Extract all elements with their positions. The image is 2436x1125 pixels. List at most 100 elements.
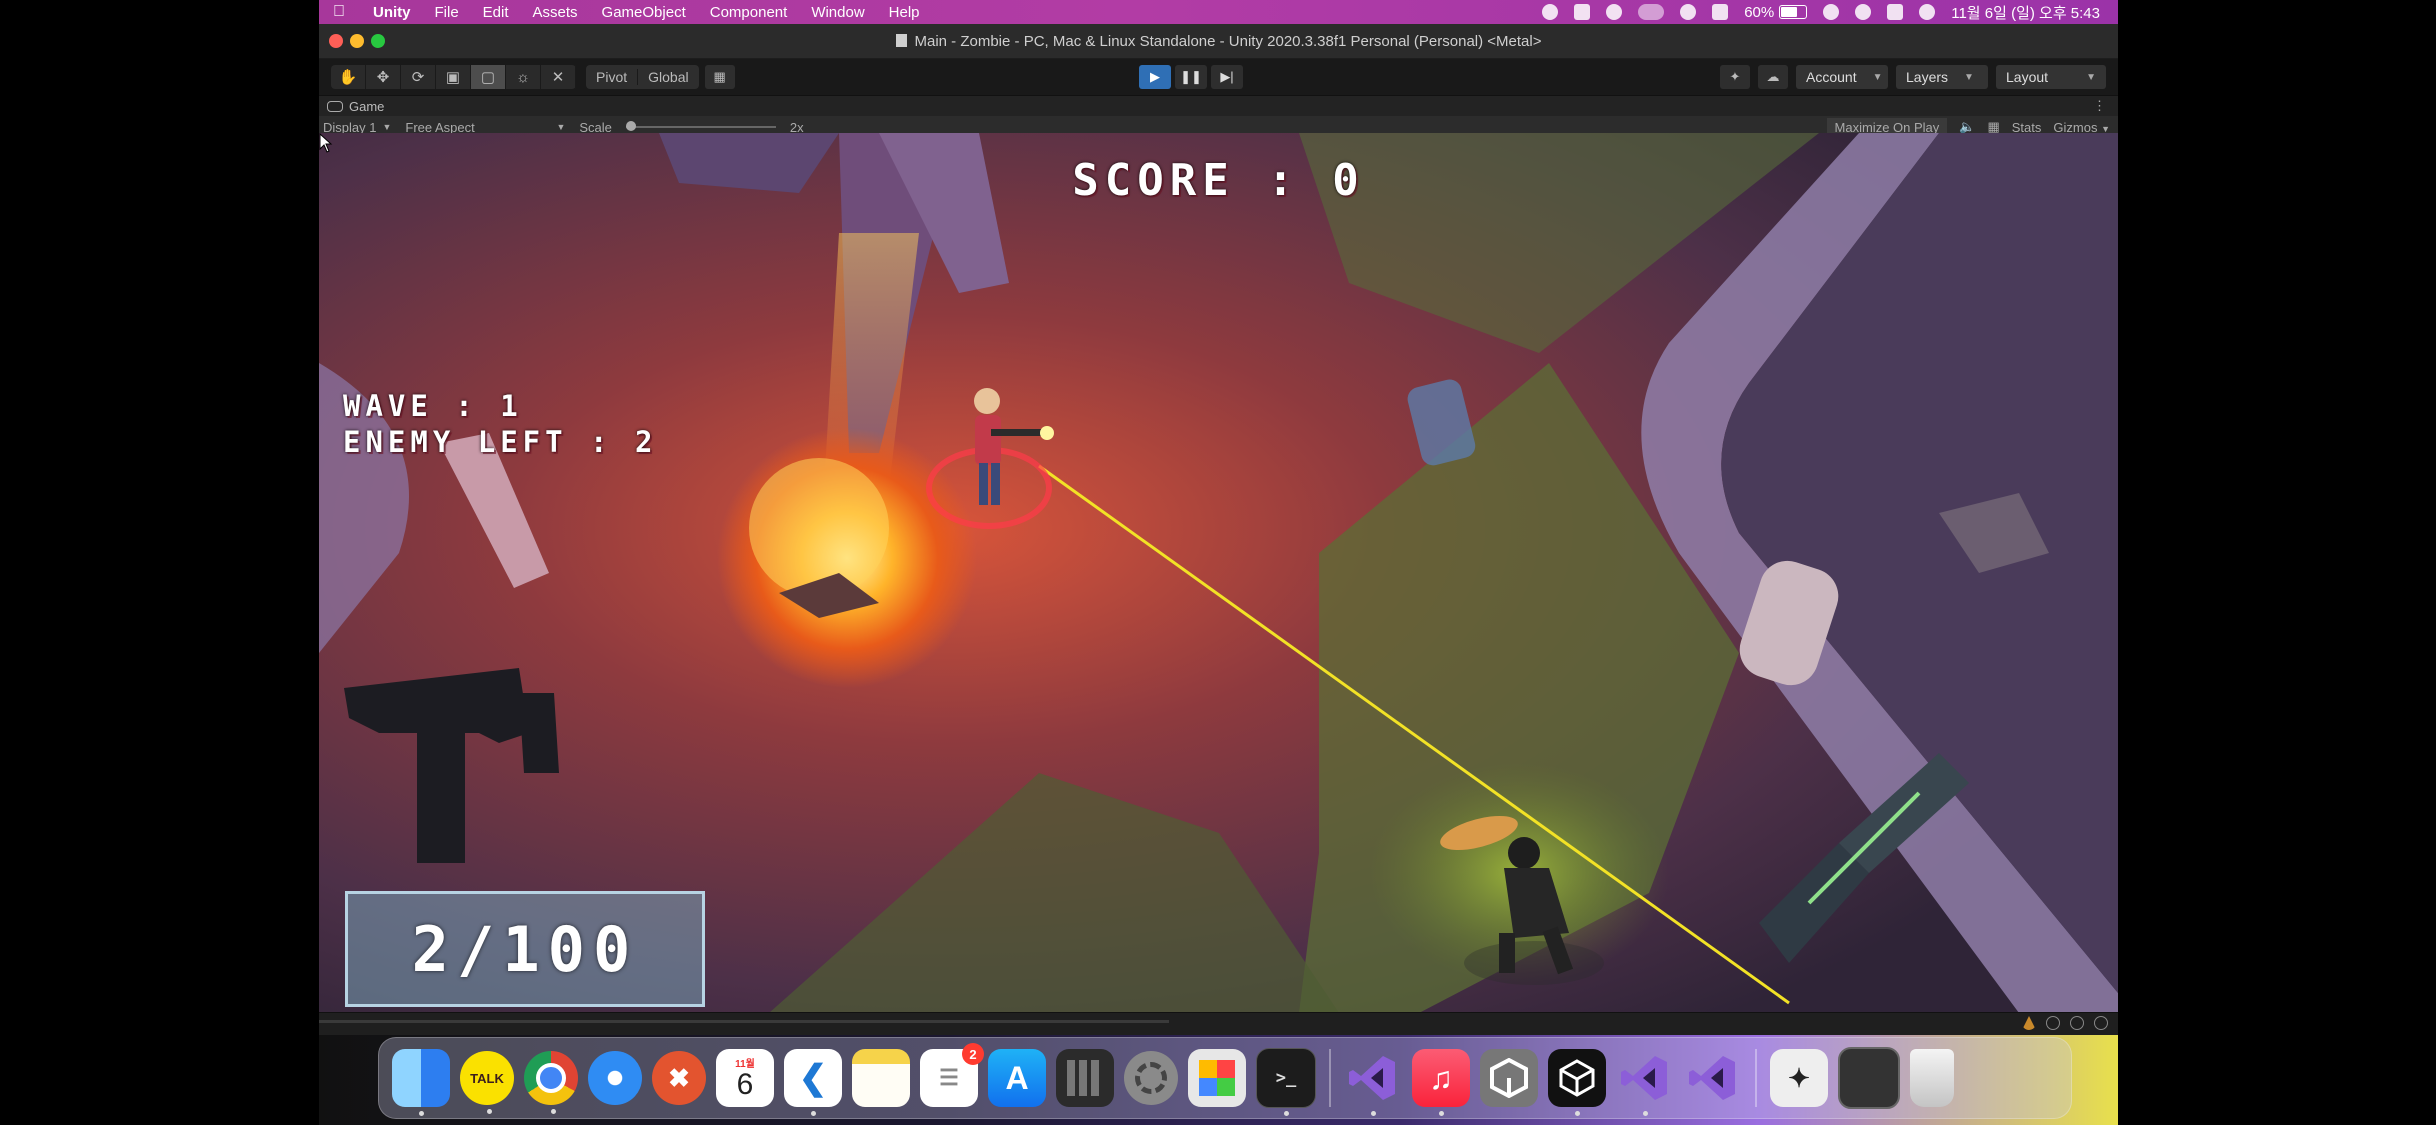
menu-assets[interactable]: Assets — [533, 4, 578, 21]
layers-dropdown[interactable]: Layers ▼ — [1896, 65, 1988, 89]
check-icon[interactable] — [2094, 1016, 2108, 1030]
calculator-keys — [1067, 1060, 1103, 1096]
toolbar-right: ✦ ☁ Account ▼ Layers ▼ Layout ▼ — [1720, 65, 2106, 89]
menu-unity[interactable]: Unity — [373, 4, 411, 21]
menu-edit[interactable]: Edit — [483, 4, 509, 21]
calendar-icon[interactable]: 11월 6 — [716, 1049, 774, 1107]
trash-icon[interactable] — [1910, 1049, 1954, 1107]
record-icon[interactable] — [1542, 4, 1559, 20]
chevron-down-icon: ▼ — [556, 122, 566, 132]
unity-toolbar: ✋ ✥ ⟳ ▣ ▢ ☼ ✕ Pivot Global ▦ ▶ ❚❚ ▶| ✦ ☁… — [319, 59, 2118, 96]
hand-tool-icon[interactable]: ✋ — [331, 65, 366, 89]
vscode-icon[interactable]: ❮ — [784, 1049, 842, 1116]
kakaotalk-icon[interactable]: TALK — [460, 1051, 514, 1114]
progress-icon[interactable] — [2070, 1016, 2084, 1030]
transform-tool-icon[interactable]: ☼ — [506, 65, 541, 89]
zoom-window-button[interactable] — [371, 34, 385, 48]
pivot-button[interactable]: Pivot — [586, 69, 637, 85]
creative-cloud-icon[interactable] — [1606, 4, 1623, 20]
wave-text: WAVE : 1 — [343, 389, 523, 423]
menu-bar-clock[interactable]: 11월 6일 (일) 오후 5:43 — [1951, 2, 2100, 23]
unity-editor-icon[interactable] — [1548, 1049, 1606, 1116]
toggle-icon[interactable] — [1638, 4, 1665, 20]
window-title: Main - Zombie - PC, Mac & Linux Standalo… — [319, 33, 2118, 50]
network-icon[interactable] — [2046, 1016, 2060, 1030]
status-icons — [2022, 1016, 2108, 1030]
visual-studio-icon[interactable] — [1344, 1049, 1402, 1116]
apple-menu-icon[interactable]:  — [333, 3, 361, 21]
music-icon[interactable]: ♫ — [1412, 1049, 1470, 1116]
cloud-icon[interactable]: ☁ — [1758, 65, 1788, 89]
play-button[interactable]: ▶ — [1139, 65, 1171, 89]
global-button[interactable]: Global — [637, 69, 698, 85]
link-icon[interactable] — [1823, 4, 1840, 20]
calculator-icon[interactable] — [1056, 1049, 1114, 1107]
scale-tool-icon[interactable]: ▣ — [436, 65, 471, 89]
ammo-panel: 2/100 — [345, 891, 705, 1007]
system-preferences-icon[interactable] — [1124, 1051, 1178, 1105]
terminal-icon[interactable]: >_ — [1256, 1048, 1316, 1116]
running-indicator — [551, 1109, 556, 1114]
launchpad-icon[interactable] — [1188, 1049, 1246, 1107]
siri-icon[interactable] — [1919, 4, 1936, 20]
step-button[interactable]: ▶| — [1211, 65, 1243, 89]
remote-desktop-icon[interactable]: ✖ — [652, 1051, 706, 1105]
menu-window[interactable]: Window — [811, 4, 864, 21]
layout-dropdown[interactable]: Layout ▼ — [1996, 65, 2106, 89]
app-store-icon[interactable]: A — [988, 1049, 1046, 1107]
running-indicator — [419, 1111, 424, 1116]
battery-percent: 60% — [1744, 3, 1775, 21]
flame-icon[interactable] — [2022, 1016, 2036, 1030]
move-tool-icon[interactable]: ✥ — [366, 65, 401, 89]
tab-game[interactable]: Game — [349, 99, 384, 114]
grid-snap-icon[interactable]: ▦ — [704, 65, 735, 89]
reminders-icon[interactable]: ☰ 2 — [920, 1043, 984, 1107]
collab-icon[interactable]: ✦ — [1720, 65, 1750, 89]
unity-cube-logo — [1490, 1058, 1528, 1098]
visual-studio-icon-3[interactable] — [1684, 1049, 1742, 1107]
list-icon: ☰ — [939, 1065, 959, 1090]
fire-core — [749, 458, 889, 598]
game-scene — [319, 133, 2118, 1013]
unity-hub-icon[interactable] — [1480, 1049, 1538, 1107]
play-circle-icon[interactable] — [1680, 4, 1697, 20]
macos-dock: TALK ✖ 11월 6 ❮ ☰ 2 A >_ ♫ ✦ — [378, 1037, 2072, 1119]
account-label: Account — [1806, 69, 1857, 85]
chrome-icon[interactable] — [524, 1051, 578, 1114]
finder-icon[interactable] — [392, 1049, 450, 1116]
safari-icon[interactable] — [588, 1051, 642, 1105]
more-options-icon[interactable]: ⋮ — [2093, 98, 2106, 114]
game-tab-bar: Game ⋮ — [319, 96, 2118, 116]
menu-component[interactable]: Component — [710, 4, 788, 21]
game-viewport[interactable]: SCORE : 0 WAVE : 1 ENEMY LEFT : 2 2/100 — [319, 133, 2118, 1013]
battery-status[interactable]: 60% — [1744, 3, 1808, 21]
launchpad-grid — [1199, 1060, 1235, 1096]
playmode-controls: ▶ ❚❚ ▶| — [1139, 65, 1243, 89]
unity-icon[interactable] — [1574, 4, 1591, 20]
minimize-window-button[interactable] — [350, 34, 364, 48]
menu-file[interactable]: File — [435, 4, 459, 21]
running-indicator — [1575, 1111, 1580, 1116]
search-icon[interactable] — [1855, 4, 1872, 20]
unity-document-icon[interactable]: ✦ — [1770, 1049, 1828, 1107]
scale-slider-handle[interactable] — [625, 121, 636, 131]
control-center-icon[interactable] — [1887, 4, 1904, 20]
gamepad-icon — [327, 100, 343, 112]
visual-studio-logo — [1349, 1056, 1395, 1100]
close-window-button[interactable] — [329, 34, 343, 48]
pause-button[interactable]: ❚❚ — [1175, 65, 1207, 89]
text-input-icon[interactable] — [1712, 4, 1729, 20]
scale-slider[interactable] — [625, 121, 776, 131]
notes-icon[interactable] — [852, 1049, 910, 1107]
running-indicator — [487, 1109, 492, 1114]
custom-tool-icon[interactable]: ✕ — [541, 65, 576, 89]
visual-studio-icon-2[interactable] — [1616, 1049, 1674, 1116]
chevron-down-icon: ▼ — [1964, 71, 1974, 83]
rect-tool-icon[interactable]: ▢ — [471, 65, 506, 89]
status-scrollbar[interactable] — [319, 1020, 1169, 1023]
menu-help[interactable]: Help — [889, 4, 920, 21]
rotate-tool-icon[interactable]: ⟳ — [401, 65, 436, 89]
account-dropdown[interactable]: Account ▼ — [1796, 65, 1888, 89]
menu-gameobject[interactable]: GameObject — [602, 4, 686, 21]
activity-monitor-icon[interactable] — [1838, 1047, 1900, 1109]
